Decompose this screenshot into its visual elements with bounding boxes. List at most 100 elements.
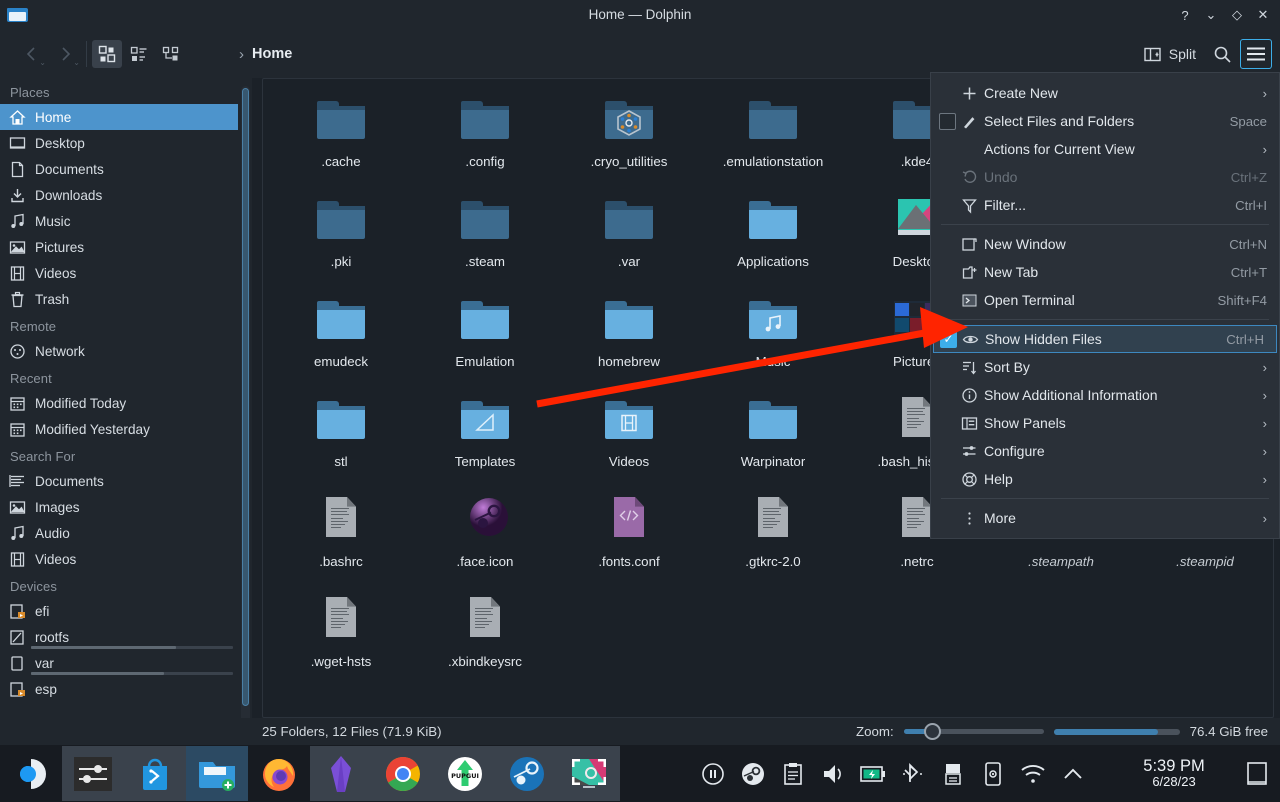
menu-item-new-tab[interactable]: New Tab Ctrl+T	[931, 258, 1279, 286]
sidebar-item-modified-today[interactable]: Modified Today	[0, 390, 238, 416]
file-item[interactable]: .gtkrc-2.0	[701, 487, 845, 587]
menu-item-actions-for-current-view[interactable]: Actions for Current View ›	[931, 135, 1279, 163]
menu-item-show-hidden-files[interactable]: Show Hidden Files Ctrl+H	[933, 325, 1277, 353]
compact-view-button[interactable]	[124, 40, 154, 68]
sidebar-item-downloads[interactable]: Downloads	[0, 182, 238, 208]
phone-kdeconnect-icon[interactable]	[980, 761, 1006, 787]
file-item[interactable]: .steam	[413, 187, 557, 287]
file-item[interactable]: .fonts.conf	[557, 487, 701, 587]
protonup-qt-icon[interactable]: PUPGUI	[434, 746, 496, 801]
file-item[interactable]: .wget-hsts	[269, 587, 413, 687]
menu-item-show-additional-information[interactable]: Show Additional Information ›	[931, 381, 1279, 409]
zoom-slider-handle[interactable]	[923, 723, 941, 740]
battery-icon[interactable]	[860, 761, 886, 787]
file-item[interactable]: .var	[557, 187, 701, 287]
menu-item-more[interactable]: More ›	[931, 504, 1279, 532]
sidebar-item-documents[interactable]: Documents	[0, 156, 238, 182]
sidebar-item-documents[interactable]: Documents	[0, 468, 238, 494]
spectacle-screenshot-icon[interactable]	[558, 746, 620, 801]
kde-plasma-launcher-icon[interactable]	[0, 746, 62, 801]
settings-sliders-icon[interactable]	[62, 746, 124, 801]
taskbar[interactable]: PUPGUI 5:39 PM 6/28/23	[0, 745, 1280, 802]
wifi-icon[interactable]	[1020, 761, 1046, 787]
help-button[interactable]: ?	[1172, 0, 1198, 30]
file-item[interactable]: homebrew	[557, 287, 701, 387]
heroic-games-icon[interactable]	[310, 746, 372, 801]
forward-button[interactable]: ⌄	[48, 39, 82, 69]
sidebar-item-videos[interactable]: Videos	[0, 260, 238, 286]
sidebar-item-trash[interactable]: Trash	[0, 286, 238, 312]
sidebar-item-desktop[interactable]: Desktop	[0, 130, 238, 156]
menu-checkbox[interactable]	[939, 112, 956, 130]
minimize-button[interactable]: ⌄	[1198, 0, 1224, 30]
menu-item-undo[interactable]: Undo Ctrl+Z	[931, 163, 1279, 191]
maximize-button[interactable]: ◇	[1224, 0, 1250, 30]
sidebar-item-videos[interactable]: Videos	[0, 546, 238, 572]
icons-view-button[interactable]	[92, 40, 122, 68]
split-view-button[interactable]: Split	[1136, 41, 1204, 68]
dolphin-file-manager-icon[interactable]	[186, 746, 248, 801]
sidebar-item-efi[interactable]: efi	[0, 598, 238, 624]
volume-icon[interactable]	[820, 761, 846, 787]
places-sidebar[interactable]: Places Home Desktop Documents Downloads Music…	[0, 78, 252, 742]
discover-store-icon[interactable]	[124, 746, 186, 801]
media-pause-icon[interactable]	[700, 761, 726, 787]
file-item[interactable]: Emulation	[413, 287, 557, 387]
file-item[interactable]: .xbindkeysrc	[413, 587, 557, 687]
sidebar-item-modified-yesterday[interactable]: Modified Yesterday	[0, 416, 238, 442]
clipboard-icon[interactable]	[780, 761, 806, 787]
back-button[interactable]: ⌄	[14, 39, 48, 69]
steam-tray-icon[interactable]	[740, 761, 766, 787]
sidebar-item-var[interactable]: var	[0, 650, 238, 676]
breadcrumb[interactable]: › Home	[239, 46, 292, 63]
menu-item-new-window[interactable]: New Window Ctrl+N	[931, 230, 1279, 258]
sidebar-item-network[interactable]: Network	[0, 338, 238, 364]
sidebar-item-audio[interactable]: Audio	[0, 520, 238, 546]
menu-checkbox[interactable]	[940, 330, 957, 348]
file-item[interactable]: emudeck	[269, 287, 413, 387]
file-item[interactable]: Videos	[557, 387, 701, 487]
bluetooth-icon[interactable]	[900, 761, 926, 787]
menu-item-select-files-and-folders[interactable]: Select Files and Folders Space	[931, 107, 1279, 135]
file-item[interactable]: .face.icon	[413, 487, 557, 587]
sidebar-item-music[interactable]: Music	[0, 208, 238, 234]
hamburger-menu-icon[interactable]	[1240, 39, 1272, 69]
main-context-menu[interactable]: Create New › Select Files and Folders Space…	[930, 72, 1280, 539]
file-item[interactable]: .bashrc	[269, 487, 413, 587]
file-item[interactable]: .cache	[269, 87, 413, 187]
file-item[interactable]: .cryo_utilities	[557, 87, 701, 187]
menu-item-configure[interactable]: Configure ›	[931, 437, 1279, 465]
file-item[interactable]: Warpinator	[701, 387, 845, 487]
file-item[interactable]: Templates	[413, 387, 557, 487]
forward-dropdown-caret[interactable]: ⌄	[73, 58, 80, 67]
file-item[interactable]: .pki	[269, 187, 413, 287]
clock[interactable]: 5:39 PM 6/28/23	[1128, 757, 1220, 790]
file-item[interactable]: .emulationstation	[701, 87, 845, 187]
show-hidden-tray-chevron-icon[interactable]	[1060, 761, 1086, 787]
back-dropdown-caret[interactable]: ⌄	[39, 58, 46, 67]
close-button[interactable]: ✕	[1250, 0, 1276, 30]
sidebar-item-images[interactable]: Images	[0, 494, 238, 520]
sidebar-item-home[interactable]: Home	[0, 104, 238, 130]
sidebar-item-rootfs[interactable]: rootfs	[0, 624, 238, 650]
steam-icon[interactable]	[496, 746, 558, 801]
file-item[interactable]: .config	[413, 87, 557, 187]
file-item[interactable]: Applications	[701, 187, 845, 287]
sidebar-item-esp[interactable]: esp	[0, 676, 238, 702]
show-desktop-icon[interactable]	[1244, 759, 1270, 789]
menu-item-create-new[interactable]: Create New ›	[931, 79, 1279, 107]
menu-item-show-panels[interactable]: Show Panels ›	[931, 409, 1279, 437]
firefox-icon[interactable]	[248, 746, 310, 801]
menu-item-filter[interactable]: Filter... Ctrl+I	[931, 191, 1279, 219]
usb-drive-icon[interactable]	[940, 761, 966, 787]
system-tray[interactable]	[700, 761, 1086, 787]
menu-item-help[interactable]: Help ›	[931, 465, 1279, 493]
breadcrumb-home[interactable]: Home	[252, 46, 292, 62]
sidebar-item-pictures[interactable]: Pictures	[0, 234, 238, 260]
sidebar-scrollbar[interactable]	[241, 86, 250, 726]
menu-item-open-terminal[interactable]: Open Terminal Shift+F4	[931, 286, 1279, 314]
search-icon[interactable]	[1206, 39, 1238, 69]
zoom-slider[interactable]	[903, 723, 1044, 740]
file-item[interactable]: stl	[269, 387, 413, 487]
file-item[interactable]: Music	[701, 287, 845, 387]
